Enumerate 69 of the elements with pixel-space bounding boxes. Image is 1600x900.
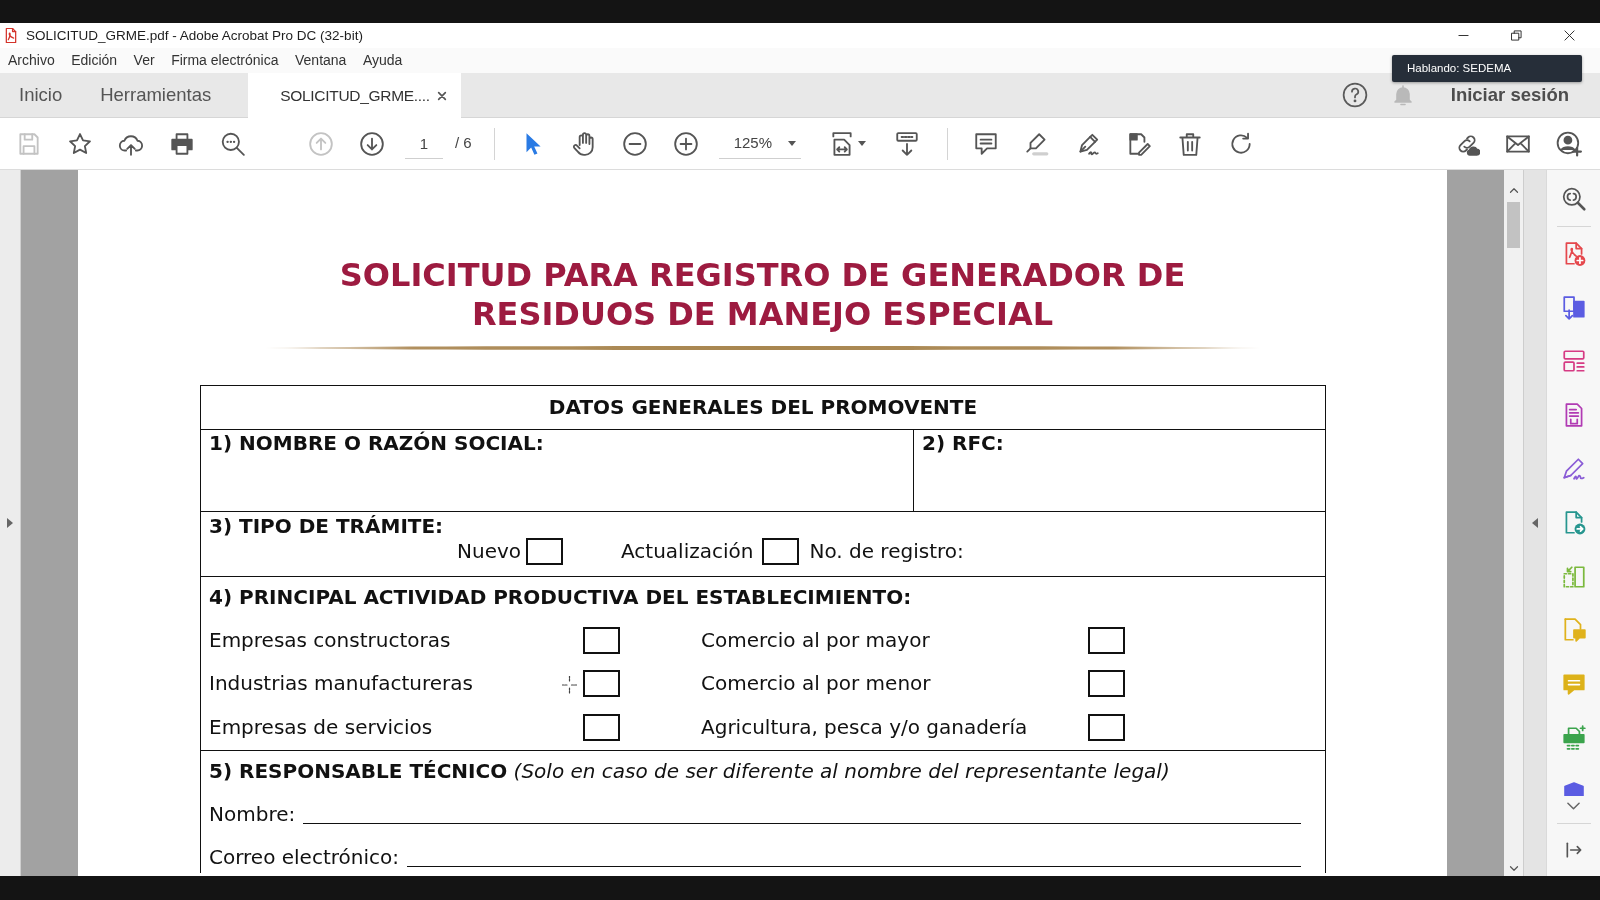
option-label: Empresas constructoras <box>209 628 451 652</box>
sign-in-button[interactable]: Iniciar sesión <box>1450 81 1569 109</box>
triangle-right-icon[interactable] <box>7 518 13 528</box>
restore-icon <box>1511 30 1522 41</box>
section-header: DATOS GENERALES DEL PROMOVENTE <box>548 396 978 419</box>
page-count: / 6 <box>455 133 472 154</box>
checkbox[interactable] <box>1088 713 1125 741</box>
pdf-file-icon <box>4 27 18 44</box>
scrollbar-thumb[interactable] <box>1507 202 1520 248</box>
user-plus-icon <box>1556 130 1582 157</box>
checkbox[interactable] <box>583 670 620 698</box>
tab[interactable]: Inicio <box>0 73 82 117</box>
chevron-up-icon[interactable] <box>1508 187 1519 194</box>
speech-bubble-icon <box>972 130 999 157</box>
tooltip: Hablando: SEDEMA <box>1392 55 1582 82</box>
checkbox[interactable] <box>762 538 800 565</box>
tab[interactable]: Herramientas <box>81 73 231 117</box>
field-label: 2) RFC: <box>922 431 1004 455</box>
caret-icon <box>787 140 796 146</box>
section-heading: 5) RESPONSABLE TÉCNICO (Solo en caso de ser diferente al nombre del representante legal) <box>209 759 1171 783</box>
minus-circle-icon <box>621 130 648 157</box>
search-icon <box>220 130 246 157</box>
marker-pen-icon <box>1023 130 1050 157</box>
menu-item[interactable]: Ver <box>133 48 155 73</box>
star-icon <box>67 130 93 157</box>
field-label: 1) NOMBRE O RAZÓN SOCIAL: <box>209 431 544 455</box>
close-icon <box>1564 30 1575 41</box>
caret-icon <box>857 141 866 146</box>
page-arrow-down-icon <box>893 130 920 157</box>
document-title: SOLICITUD PARA REGISTRO DE GENERADOR DE RESIDUOS DE MANEJO ESPECIAL <box>338 256 1187 334</box>
zoom-field[interactable]: 125% <box>718 128 801 159</box>
close-icon[interactable] <box>437 90 448 101</box>
option-label: Nuevo <box>457 540 521 563</box>
field-label: 3) TIPO DE TRÁMITE: <box>209 514 445 538</box>
checkbox[interactable] <box>1088 670 1125 698</box>
triangle-left-icon[interactable] <box>1532 518 1538 528</box>
field-label: Nombre: <box>209 802 296 826</box>
shield-icon[interactable] <box>1561 781 1586 796</box>
menu-item[interactable]: Ventana <box>295 48 347 73</box>
option-label: Actualización <box>621 540 754 563</box>
option-label: Comercio al por mayor <box>701 628 930 652</box>
section-heading: 4) PRINCIPAL ACTIVIDAD PRODUCTIVA DEL ESTABLECIMIENTO: <box>209 585 913 609</box>
menu-item[interactable]: Firma electrónica <box>171 48 279 73</box>
option-label: Comercio al por menor <box>701 672 931 696</box>
hand-icon <box>570 130 597 157</box>
tab[interactable]: SOLICITUD_GRME.... <box>248 73 462 118</box>
checkbox[interactable] <box>1088 626 1125 654</box>
menu-item[interactable]: Edición <box>71 48 118 73</box>
plus-circle-icon <box>672 130 699 157</box>
checkbox[interactable] <box>583 626 620 654</box>
crosshair-cursor-icon <box>562 676 577 694</box>
menu-item[interactable]: Archivo <box>8 48 55 73</box>
menu-item[interactable]: Ayuda <box>362 48 403 73</box>
option-label: Empresas de servicios <box>209 715 433 739</box>
help-icon[interactable] <box>1341 82 1368 108</box>
field-label: No. de registro: <box>809 540 964 563</box>
option-label: Industrias manufactureras <box>209 672 473 696</box>
chevron-down-icon <box>1567 801 1580 810</box>
window-title: SOLICITUD_GRME.pdf - Adobe Acrobat Pro DC (32-bit) <box>26 27 363 45</box>
checkbox[interactable] <box>526 538 563 565</box>
arrow-down-circle-icon <box>359 130 385 157</box>
chevron-down-icon[interactable] <box>1508 865 1519 872</box>
field-label: Correo electrónico: <box>209 845 399 869</box>
printer-icon <box>169 130 195 157</box>
arrow-up-circle-icon <box>308 130 334 157</box>
trash-icon <box>1176 130 1203 157</box>
option-label: Agricultura, pesca y/o ganadería <box>701 715 1028 739</box>
page-number-field[interactable]: 1 <box>405 128 443 159</box>
checkbox[interactable] <box>583 713 620 741</box>
